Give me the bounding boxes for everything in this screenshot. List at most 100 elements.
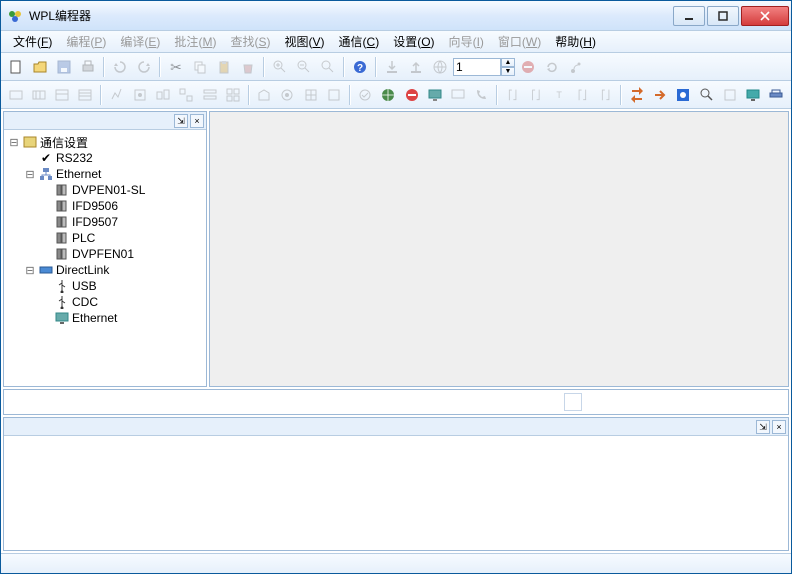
app-window: WPL编程器 文件(F) 编程(P) 编译(E) 批注(M) 查找(S) 视图(… xyxy=(0,0,792,574)
zoom-fit-button[interactable] xyxy=(317,56,339,78)
tree-eth-item[interactable]: DVPFEN01 xyxy=(6,246,204,262)
upload-button[interactable] xyxy=(405,56,427,78)
tree-eth-item[interactable]: DVPEN01-SL xyxy=(6,182,204,198)
tb2-code3[interactable]: T xyxy=(549,84,570,106)
menu-compile[interactable]: 编译(E) xyxy=(114,31,166,52)
status-bar xyxy=(1,553,791,573)
tb2-2[interactable] xyxy=(28,84,49,106)
tb2-3[interactable] xyxy=(52,84,73,106)
tb2-12[interactable] xyxy=(277,84,298,106)
zoom-out-button[interactable] xyxy=(293,56,315,78)
tree-dl-item[interactable]: CDC xyxy=(6,294,204,310)
menu-annotate[interactable]: 批注(M) xyxy=(168,31,222,52)
minimize-button[interactable] xyxy=(673,6,705,26)
globe-button[interactable] xyxy=(429,56,451,78)
tb2-13[interactable] xyxy=(300,84,321,106)
tree-rs232[interactable]: ✔ RS232 xyxy=(6,150,204,166)
tb2-mon3[interactable] xyxy=(743,84,764,106)
help-button[interactable]: ? xyxy=(349,56,371,78)
tb2-5[interactable] xyxy=(106,84,127,106)
pin-button[interactable]: ⇲ xyxy=(174,114,188,128)
tb2-14[interactable] xyxy=(323,84,344,106)
zoom-in-button[interactable] xyxy=(269,56,291,78)
tree-directlink[interactable]: ⊟ DirectLink xyxy=(6,262,204,278)
menu-comm[interactable]: 通信(C) xyxy=(333,31,386,52)
tb2-last[interactable] xyxy=(766,84,787,106)
menu-wizard[interactable]: 向导(I) xyxy=(443,31,490,52)
output-close-button[interactable]: × xyxy=(772,420,786,434)
tb2-code5[interactable]: ⎡⎦ xyxy=(595,84,616,106)
tb2-7[interactable] xyxy=(153,84,174,106)
tree-view[interactable]: ⊟ 通信设置 ✔ RS232 ⊟ Ethernet DVPEN01-SL xyxy=(4,130,206,386)
tb2-globe[interactable] xyxy=(378,84,399,106)
module-icon xyxy=(54,198,70,214)
tb2-find[interactable] xyxy=(696,84,717,106)
tb2-mon2[interactable] xyxy=(448,84,469,106)
tree-ethernet[interactable]: ⊟ Ethernet xyxy=(6,166,204,182)
pane-close-button[interactable]: × xyxy=(190,114,204,128)
copy-button[interactable] xyxy=(189,56,211,78)
tb2-4[interactable] xyxy=(75,84,96,106)
tb2-15[interactable] xyxy=(355,84,376,106)
tb2-phone[interactable] xyxy=(471,84,492,106)
tb2-monitor[interactable] xyxy=(424,84,445,106)
download-button[interactable] xyxy=(381,56,403,78)
tree-eth-item[interactable]: IFD9506 xyxy=(6,198,204,214)
network-icon xyxy=(38,166,54,182)
redo-button[interactable] xyxy=(133,56,155,78)
tb2-code2[interactable]: ⎡⎦ xyxy=(525,84,546,106)
menu-window[interactable]: 窗口(W) xyxy=(492,31,547,52)
output-pane: ⇲ × xyxy=(3,417,789,551)
tb2-arrow2[interactable] xyxy=(650,84,671,106)
module-icon xyxy=(54,214,70,230)
status-cell xyxy=(564,393,582,411)
output-body xyxy=(4,436,788,550)
new-button[interactable] xyxy=(5,56,27,78)
undo-button[interactable] xyxy=(109,56,131,78)
run-button[interactable] xyxy=(565,56,587,78)
tb2-9[interactable] xyxy=(199,84,220,106)
save-button[interactable] xyxy=(53,56,75,78)
toolbar-separator xyxy=(100,85,102,105)
tb2-arrow1[interactable] xyxy=(626,84,647,106)
tb2-10[interactable] xyxy=(222,84,243,106)
menu-view[interactable]: 视图(V) xyxy=(278,31,330,52)
module-icon xyxy=(54,246,70,262)
spin-down[interactable]: ▼ xyxy=(501,67,515,76)
delete-button[interactable] xyxy=(237,56,259,78)
tree-eth-item[interactable]: IFD9507 xyxy=(6,214,204,230)
tb2-code1[interactable]: ⎡⎦ xyxy=(502,84,523,106)
tree-eth-item[interactable]: PLC xyxy=(6,230,204,246)
menu-search[interactable]: 查找(S) xyxy=(224,31,276,52)
menu-program[interactable]: 编程(P) xyxy=(60,31,112,52)
tb2-stop[interactable] xyxy=(401,84,422,106)
tb2-tool[interactable] xyxy=(673,84,694,106)
tree-dl-item[interactable]: Ethernet xyxy=(6,310,204,326)
tb2-code4[interactable]: ⎡⎦ xyxy=(572,84,593,106)
tb2-x1[interactable] xyxy=(719,84,740,106)
tree-dl-item[interactable]: USB xyxy=(6,278,204,294)
tb2-6[interactable] xyxy=(129,84,150,106)
menu-bar: 文件(F) 编程(P) 编译(E) 批注(M) 查找(S) 视图(V) 通信(C… xyxy=(1,31,791,53)
page-spinner: ▲ ▼ xyxy=(453,58,515,76)
refresh-button[interactable] xyxy=(541,56,563,78)
tree-root[interactable]: ⊟ 通信设置 xyxy=(6,134,204,150)
toolbar-separator xyxy=(248,85,250,105)
toolbar-separator xyxy=(496,85,498,105)
print-button[interactable] xyxy=(77,56,99,78)
open-button[interactable] xyxy=(29,56,51,78)
close-button[interactable] xyxy=(741,6,789,26)
tb2-11[interactable] xyxy=(254,84,275,106)
maximize-button[interactable] xyxy=(707,6,739,26)
cut-button[interactable]: ✂ xyxy=(165,56,187,78)
menu-settings[interactable]: 设置(O) xyxy=(387,31,440,52)
menu-file[interactable]: 文件(F) xyxy=(7,31,58,52)
menu-help[interactable]: 帮助(H) xyxy=(549,31,602,52)
spin-up[interactable]: ▲ xyxy=(501,58,515,67)
stop-button[interactable] xyxy=(517,56,539,78)
tb2-1[interactable] xyxy=(5,84,26,106)
paste-button[interactable] xyxy=(213,56,235,78)
page-input[interactable] xyxy=(453,58,501,76)
tb2-8[interactable] xyxy=(176,84,197,106)
output-pin-button[interactable]: ⇲ xyxy=(756,420,770,434)
